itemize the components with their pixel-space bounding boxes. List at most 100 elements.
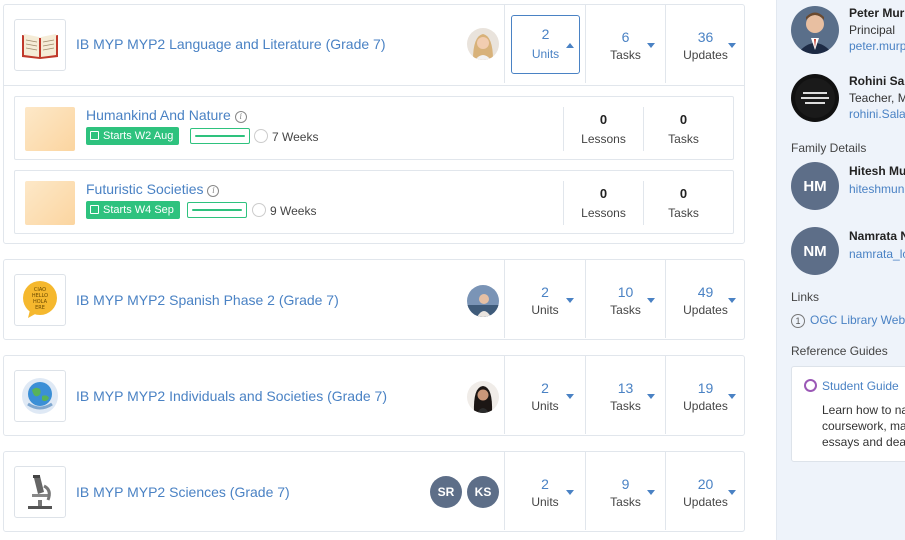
unit-thumbnail bbox=[25, 107, 75, 151]
duration-circle-icon bbox=[254, 129, 268, 143]
course-list: IB MYP MYP2 Language and Literature (Gra… bbox=[0, 0, 776, 540]
course-thumbnail-microscope bbox=[14, 466, 66, 518]
course-header[interactable]: IB MYP MYP2 Individuals and Societies (G… bbox=[4, 356, 744, 436]
teacher-initials-avatar[interactable]: SR bbox=[430, 476, 462, 508]
staff-role: Principal bbox=[849, 23, 896, 37]
course-card-language-literature: IB MYP MYP2 Language and Literature (Gra… bbox=[3, 4, 745, 244]
family-initials-avatar[interactable]: HM bbox=[791, 162, 839, 210]
caret-down-icon bbox=[647, 298, 655, 303]
library-link[interactable]: 1 OGC Library Webs bbox=[791, 313, 905, 328]
family-initials-avatar[interactable]: NM bbox=[791, 227, 839, 275]
lessons-count: 0 bbox=[599, 112, 608, 127]
caret-down-icon bbox=[728, 394, 736, 399]
family-email-link[interactable]: namrata_lc bbox=[849, 247, 905, 261]
library-link-label: OGC Library Webs bbox=[810, 313, 905, 327]
staff-name: Rohini Sal bbox=[849, 74, 905, 88]
course-title[interactable]: IB MYP MYP2 Spanish Phase 2 (Grade 7) bbox=[76, 292, 339, 308]
course-thumbnail-speech-bubble: CIAO HELLO HOLA ERE bbox=[14, 274, 66, 326]
principal-photo-icon bbox=[791, 6, 839, 54]
unit-title[interactable]: Humankind And Nature i bbox=[86, 107, 247, 123]
caret-down-icon bbox=[566, 394, 574, 399]
teacher-avatar[interactable] bbox=[467, 285, 499, 317]
family-email-link[interactable]: hiteshmun bbox=[849, 182, 904, 196]
tasks-label: Tasks bbox=[610, 399, 641, 413]
lessons-label: Lessons bbox=[581, 132, 626, 146]
unit-tasks-label: Tasks bbox=[668, 132, 699, 146]
units-stat[interactable]: 2 Units bbox=[511, 15, 580, 74]
start-week-badge: Starts W4 Sep bbox=[86, 201, 180, 219]
reference-guides-heading: Reference Guides bbox=[791, 344, 888, 358]
unit-card[interactable]: Futuristic Societies i Starts W4 Sep 9 We… bbox=[14, 170, 734, 234]
bubble-line: ERE bbox=[35, 305, 45, 311]
unit-tasks-stat[interactable]: 0 Tasks bbox=[643, 107, 723, 151]
staff-email-link[interactable]: rohini.Salas bbox=[849, 107, 905, 121]
globe-icon bbox=[22, 378, 58, 414]
caret-down-icon bbox=[647, 43, 655, 48]
tasks-stat[interactable]: 9 Tasks bbox=[585, 452, 665, 530]
progress-fill bbox=[192, 209, 242, 211]
teacher-initials-avatar[interactable]: KS bbox=[467, 476, 499, 508]
caret-down-icon bbox=[566, 298, 574, 303]
tasks-stat[interactable]: 10 Tasks bbox=[585, 260, 665, 338]
teacher-photo-icon bbox=[791, 74, 839, 122]
family-name: Hitesh Mu bbox=[849, 164, 905, 178]
updates-stat[interactable]: 36 Updates bbox=[665, 5, 745, 83]
units-label: Units bbox=[531, 495, 559, 509]
lessons-stat[interactable]: 0 Lessons bbox=[563, 107, 643, 151]
tasks-stat[interactable]: 6 Tasks bbox=[585, 5, 665, 83]
calendar-icon bbox=[90, 131, 99, 140]
unit-duration: 7 Weeks bbox=[272, 130, 319, 144]
open-book-icon bbox=[22, 34, 58, 59]
course-stats: 2 Units 13 Tasks 19 Updates bbox=[504, 356, 744, 434]
student-guide-card[interactable]: Student Guide Learn how to na coursework… bbox=[791, 366, 905, 462]
units-stat[interactable]: 2 Units bbox=[505, 452, 585, 530]
unit-duration: 9 Weeks bbox=[270, 204, 317, 218]
updates-label: Updates bbox=[683, 303, 728, 317]
course-thumbnail-book bbox=[14, 19, 66, 71]
course-stats: 2 Units 6 Tasks 36 Updates bbox=[504, 5, 744, 83]
course-title[interactable]: IB MYP MYP2 Individuals and Societies (G… bbox=[76, 388, 387, 404]
course-stats: 2 Units 9 Tasks 20 Updates bbox=[504, 452, 744, 530]
unit-tasks-count: 0 bbox=[679, 112, 688, 127]
course-thumbnail-globe bbox=[14, 370, 66, 422]
course-header[interactable]: IB MYP MYP2 Language and Literature (Gra… bbox=[4, 5, 744, 85]
caret-down-icon bbox=[728, 43, 736, 48]
tasks-label: Tasks bbox=[610, 48, 641, 62]
course-title[interactable]: IB MYP MYP2 Language and Literature (Gra… bbox=[76, 36, 385, 52]
teacher-avatar[interactable] bbox=[467, 28, 499, 60]
units-label: Units bbox=[531, 47, 560, 61]
updates-stat[interactable]: 19 Updates bbox=[665, 356, 745, 434]
caret-down-icon bbox=[728, 298, 736, 303]
unit-progress-bar bbox=[187, 202, 247, 218]
links-heading: Links bbox=[791, 290, 820, 304]
unit-tasks-label: Tasks bbox=[668, 206, 699, 220]
course-header[interactable]: CIAO HELLO HOLA ERE IB MYP MYP2 Spanish … bbox=[4, 260, 744, 340]
unit-title-text: Futuristic Societies bbox=[86, 181, 204, 197]
staff-photo[interactable] bbox=[791, 74, 839, 122]
info-icon[interactable]: i bbox=[234, 111, 247, 123]
course-header[interactable]: IB MYP MYP2 Sciences (Grade 7) SR KS 2 U… bbox=[4, 452, 744, 532]
units-stat[interactable]: 2 Units bbox=[505, 260, 585, 338]
updates-stat[interactable]: 20 Updates bbox=[665, 452, 745, 530]
units-label: Units bbox=[531, 399, 559, 413]
family-details-heading: Family Details bbox=[791, 141, 867, 155]
unit-title[interactable]: Futuristic Societies i bbox=[86, 181, 220, 197]
caret-up-icon bbox=[566, 43, 574, 48]
staff-email-link[interactable]: peter.murp bbox=[849, 39, 905, 53]
course-title[interactable]: IB MYP MYP2 Sciences (Grade 7) bbox=[76, 484, 290, 500]
units-stat[interactable]: 2 Units bbox=[505, 356, 585, 434]
lessons-stat[interactable]: 0 Lessons bbox=[563, 181, 643, 225]
family-name: Namrata N bbox=[849, 229, 905, 243]
teacher-photo-icon bbox=[467, 381, 499, 413]
student-guide-link[interactable]: Student Guide bbox=[804, 379, 899, 393]
updates-stat[interactable]: 49 Updates bbox=[665, 260, 745, 338]
staff-name: Peter Mur bbox=[849, 6, 905, 20]
teacher-avatar[interactable] bbox=[467, 381, 499, 413]
info-icon[interactable]: i bbox=[207, 185, 220, 197]
tasks-stat[interactable]: 13 Tasks bbox=[585, 356, 665, 434]
staff-photo[interactable] bbox=[791, 6, 839, 54]
unit-card[interactable]: Humankind And Nature i Starts W2 Aug 7 We… bbox=[14, 96, 734, 160]
unit-title-text: Humankind And Nature bbox=[86, 107, 231, 123]
unit-tasks-stat[interactable]: 0 Tasks bbox=[643, 181, 723, 225]
updates-label: Updates bbox=[683, 399, 728, 413]
